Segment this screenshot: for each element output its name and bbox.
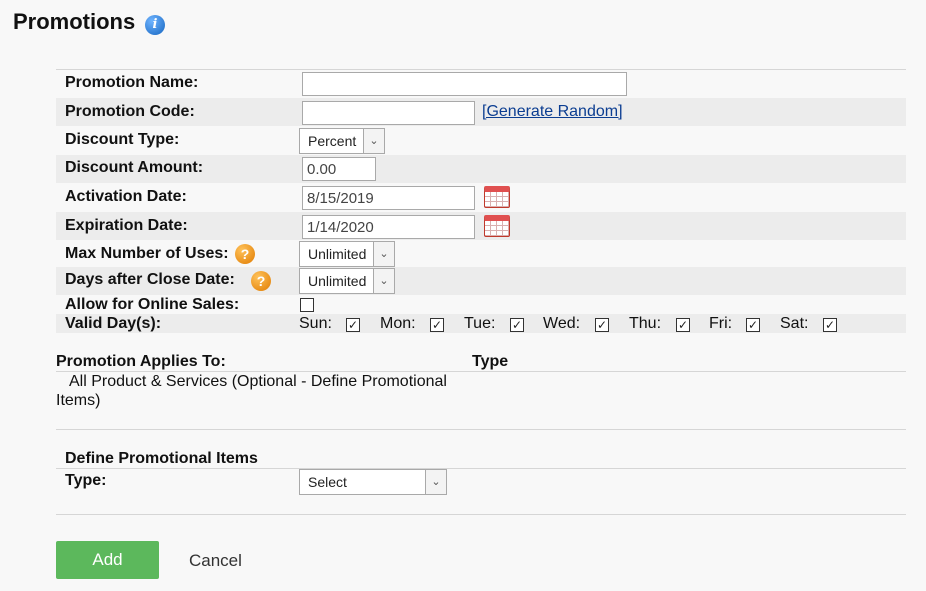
chevron-down-icon: ⌄	[373, 242, 394, 266]
max-uses-value: Unlimited	[308, 246, 367, 262]
discount-amount-label: Discount Amount:	[65, 159, 204, 176]
help-icon[interactable]: ?	[251, 271, 271, 291]
day-label: Thu:	[629, 315, 662, 332]
define-items-header: Define Promotional Items	[65, 450, 258, 467]
help-icon[interactable]: ?	[235, 244, 255, 264]
allow-online-label: Allow for Online Sales:	[65, 296, 240, 313]
max-uses-label: Max Number of Uses:	[65, 245, 229, 262]
chevron-down-icon: ⌄	[363, 129, 384, 153]
divider	[56, 371, 906, 372]
page-title: Promotions	[13, 9, 136, 34]
day-label: Sun:	[299, 315, 332, 332]
calendar-icon[interactable]	[484, 186, 510, 208]
divider	[56, 514, 906, 515]
generate-random-link[interactable]: [Generate Random]	[482, 103, 623, 121]
promotion-code-label: Promotion Code:	[65, 103, 195, 120]
day-label: Tue:	[464, 315, 496, 332]
promotion-name-label: Promotion Name:	[65, 74, 199, 91]
applies-to-text-cont: Items)	[56, 392, 101, 409]
activation-date-label: Activation Date:	[65, 188, 187, 205]
day-checkbox-sat[interactable]: ✓	[823, 318, 837, 332]
calendar-icon[interactable]	[484, 215, 510, 237]
days-after-close-label: Days after Close Date:	[65, 271, 235, 288]
day-checkbox-tue[interactable]: ✓	[510, 318, 524, 332]
max-uses-select[interactable]: Unlimited ⌄	[299, 241, 395, 267]
valid-days-label: Valid Day(s):	[65, 315, 162, 332]
define-type-label: Type:	[65, 472, 107, 489]
divider	[56, 429, 906, 430]
day-label: Mon:	[380, 315, 416, 332]
expiration-date-label: Expiration Date:	[65, 217, 188, 234]
discount-type-label: Discount Type:	[65, 131, 180, 148]
day-label: Wed:	[543, 315, 581, 332]
allow-online-checkbox[interactable]	[300, 298, 314, 312]
day-label: Sat:	[780, 315, 809, 332]
days-after-close-select[interactable]: Unlimited ⌄	[299, 268, 395, 294]
chevron-down-icon: ⌄	[373, 269, 394, 293]
discount-type-select[interactable]: Percent ⌄	[299, 128, 385, 154]
promotion-name-input[interactable]	[302, 72, 627, 96]
applies-to-header: Promotion Applies To:	[56, 353, 226, 370]
day-checkbox-sun[interactable]: ✓	[346, 318, 360, 332]
days-after-close-value: Unlimited	[308, 273, 367, 289]
divider	[56, 468, 906, 469]
day-checkbox-thu[interactable]: ✓	[676, 318, 690, 332]
discount-type-value: Percent	[308, 133, 357, 149]
info-icon[interactable]: i	[145, 15, 165, 35]
define-type-value: Select	[308, 474, 347, 490]
activation-date-input[interactable]	[302, 186, 475, 210]
applies-to-text: All Product & Services (Optional - Defin…	[69, 373, 447, 390]
chevron-down-icon: ⌄	[425, 470, 446, 494]
add-button[interactable]: Add	[56, 541, 159, 579]
expiration-date-input[interactable]	[302, 215, 475, 239]
day-label: Fri:	[709, 315, 733, 332]
day-checkbox-wed[interactable]: ✓	[595, 318, 609, 332]
divider	[56, 69, 906, 70]
day-checkbox-fri[interactable]: ✓	[746, 318, 760, 332]
define-type-select[interactable]: Select ⌄	[299, 469, 447, 495]
type-header: Type	[472, 353, 509, 370]
discount-amount-input[interactable]	[302, 157, 376, 181]
promotion-code-input[interactable]	[302, 101, 475, 125]
day-checkbox-mon[interactable]: ✓	[430, 318, 444, 332]
cancel-button[interactable]: Cancel	[189, 551, 242, 571]
